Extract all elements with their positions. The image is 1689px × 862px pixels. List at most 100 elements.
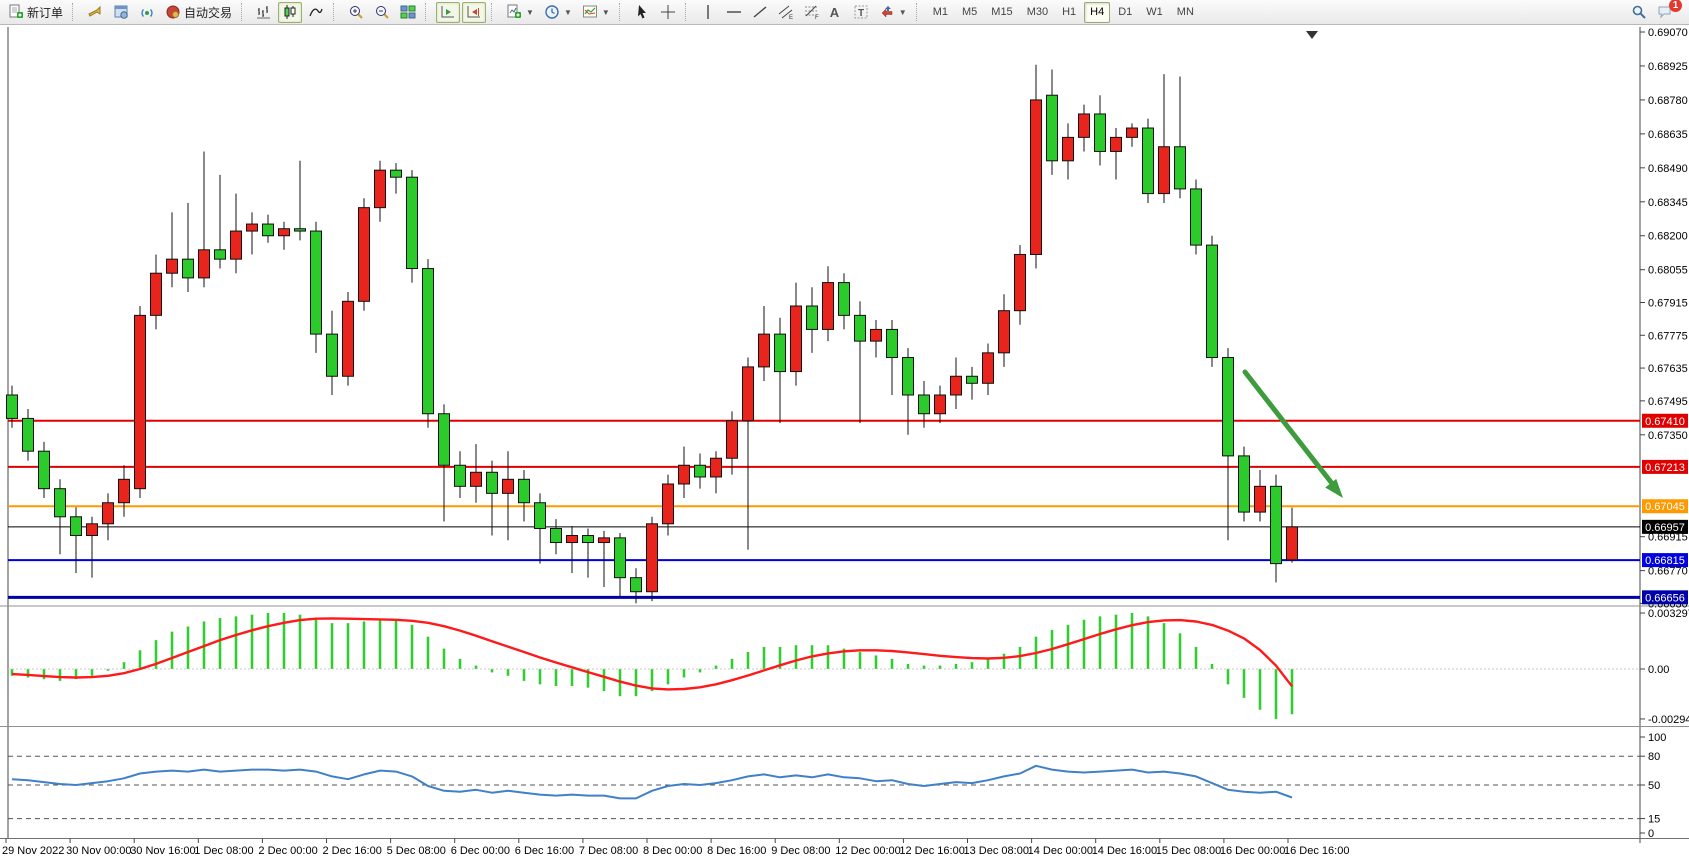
vertical-line-icon: [700, 4, 716, 20]
bear-candle: [695, 465, 706, 477]
macd-histogram-bar: [1227, 669, 1230, 684]
notifications-button[interactable]: 1: [1653, 2, 1677, 23]
bull-candle: [1159, 147, 1170, 194]
timeframe-button-h4[interactable]: H4: [1084, 2, 1110, 23]
time-axis-label: 12 Dec 00:00: [835, 845, 900, 857]
time-axis-label: 8 Dec 16:00: [707, 845, 766, 857]
macd-histogram-bar: [187, 627, 190, 669]
fibonacci-icon: F: [804, 4, 820, 20]
bull-candle: [647, 524, 658, 592]
bull-candle: [1255, 486, 1266, 512]
macd-histogram-bar: [635, 669, 638, 696]
auto-scroll-button[interactable]: [436, 2, 460, 23]
dropdown-arrow-icon: ▼: [602, 8, 610, 17]
bull-candle: [983, 353, 994, 383]
bull-candle: [759, 334, 770, 367]
arrows-tool-button[interactable]: ▼: [875, 2, 911, 23]
vertical-line-tool-button[interactable]: [696, 2, 720, 23]
text-label-tool-button[interactable]: T: [849, 2, 873, 23]
bar-chart-button[interactable]: [252, 2, 276, 23]
bear-candle: [1175, 147, 1186, 189]
dropdown-arrow-icon: ▼: [899, 8, 907, 17]
tile-windows-button[interactable]: [396, 2, 420, 23]
cursor-tool-button[interactable]: [630, 2, 654, 23]
chart-area[interactable]: ▼ AUDUSD-,H4 0.66816 0.67039 0.66804 0.6…: [0, 25, 1689, 862]
new-order-icon: [8, 4, 24, 20]
data-window-button[interactable]: [109, 2, 133, 23]
line-chart-button[interactable]: [304, 2, 328, 23]
timeframe-button-mn[interactable]: MN: [1171, 2, 1200, 23]
bull-candle: [135, 315, 146, 488]
main-toolbar: 新订单 自动交易: [0, 0, 1689, 25]
bull-candle: [599, 538, 610, 543]
timeframe-button-m15[interactable]: M15: [985, 2, 1018, 23]
timeframe-button-m1[interactable]: M1: [927, 2, 954, 23]
bull-candle: [151, 273, 162, 315]
toolbar-separator: [72, 3, 78, 21]
timeframe-button-w1[interactable]: W1: [1140, 2, 1169, 23]
trendline-tool-button[interactable]: [748, 2, 772, 23]
macd-histogram-bar: [1211, 664, 1214, 669]
time-axis-label: 6 Dec 16:00: [515, 845, 574, 857]
new-order-button[interactable]: 新订单: [4, 2, 67, 23]
rsi-axis-label: 0: [1648, 828, 1654, 840]
timeframe-button-d1[interactable]: D1: [1112, 2, 1138, 23]
bull-candle: [711, 458, 722, 477]
search-icon: [1631, 4, 1647, 20]
zoom-in-button[interactable]: [344, 2, 368, 23]
macd-histogram-bar: [763, 647, 766, 669]
fibonacci-tool-button[interactable]: F: [800, 2, 824, 23]
chart-shift-button[interactable]: [462, 2, 486, 23]
auto-scroll-icon: [440, 4, 456, 20]
price-axis-tick-label: 0.67350: [1648, 430, 1688, 442]
toolbar-separator: [425, 3, 431, 21]
autotrading-button[interactable]: 自动交易: [161, 2, 236, 23]
chart-window: ▼ AUDUSD-,H4 0.66816 0.67039 0.66804 0.6…: [0, 25, 1689, 862]
bear-candle: [519, 479, 530, 502]
rsi-axis-label: 80: [1648, 751, 1660, 763]
bear-candle: [311, 231, 322, 334]
market-watch-button[interactable]: [83, 2, 107, 23]
periods-button[interactable]: ▼: [540, 2, 576, 23]
bull-candle: [935, 395, 946, 414]
macd-histogram-bar: [1067, 625, 1070, 669]
macd-histogram-bar: [1019, 647, 1022, 669]
macd-axis-label: 0.00: [1648, 664, 1669, 676]
macd-histogram-bar: [491, 669, 494, 672]
price-level-badge-label: 0.67045: [1645, 501, 1685, 513]
crosshair-tool-button[interactable]: [656, 2, 680, 23]
bear-candle: [263, 224, 274, 236]
bear-candle: [455, 465, 466, 486]
macd-histogram-bar: [427, 637, 430, 669]
bull-candle: [343, 301, 354, 376]
bull-candle: [999, 311, 1010, 353]
equidistant-channel-tool-button[interactable]: E: [774, 2, 798, 23]
zoom-out-button[interactable]: [370, 2, 394, 23]
timeframe-button-h1[interactable]: H1: [1056, 2, 1082, 23]
data-window-icon: [113, 4, 129, 20]
new-chart-button[interactable]: ▼: [502, 2, 538, 23]
candlestick-chart-button[interactable]: [278, 2, 302, 23]
time-axis-label: 13 Dec 08:00: [964, 845, 1029, 857]
price-level-badge-label: 0.66656: [1645, 592, 1685, 604]
macd-histogram-bar: [251, 615, 254, 669]
macd-histogram-bar: [1115, 615, 1118, 669]
text-label-icon: T: [853, 4, 869, 20]
macd-histogram-bar: [315, 620, 318, 669]
macd-histogram-bar: [891, 659, 894, 669]
bear-candle: [391, 170, 402, 177]
macd-histogram-bar: [283, 613, 286, 669]
horizontal-line-tool-button[interactable]: [722, 2, 746, 23]
dropdown-arrow-icon: ▼: [526, 8, 534, 17]
timeframe-button-m30[interactable]: M30: [1021, 2, 1054, 23]
zoom-in-icon: [348, 4, 364, 20]
signals-button[interactable]: [135, 2, 159, 23]
templates-button[interactable]: ▼: [578, 2, 614, 23]
horizontal-line-icon: [726, 4, 742, 20]
bull-candle: [167, 259, 178, 273]
timeframe-button-m5[interactable]: M5: [956, 2, 983, 23]
search-button[interactable]: [1627, 2, 1651, 23]
text-tool-button[interactable]: A: [826, 2, 847, 23]
bear-candle: [7, 395, 18, 418]
price-axis-tick-label: 0.67915: [1648, 297, 1688, 309]
